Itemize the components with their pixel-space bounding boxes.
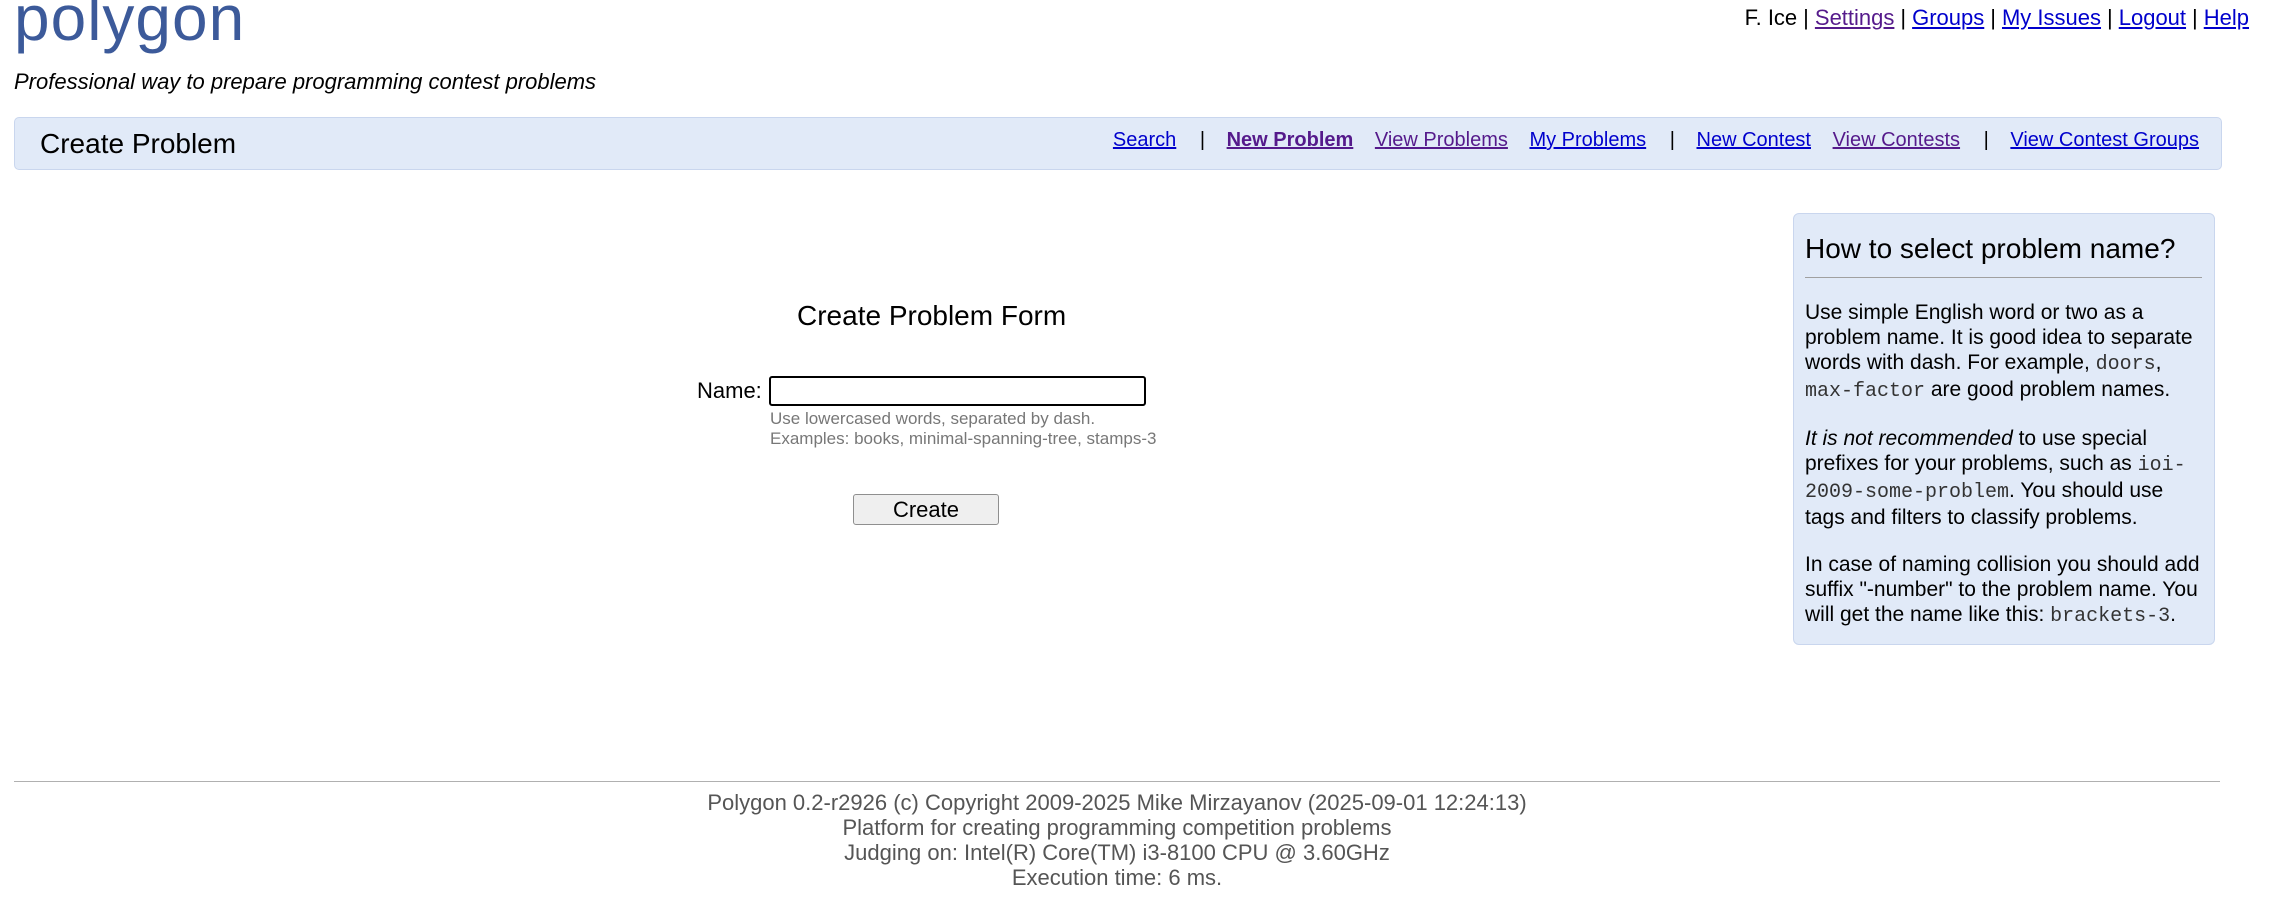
menu-separator: | <box>1983 129 1989 151</box>
sidebar-paragraph: In case of naming collision you should a… <box>1805 552 2202 629</box>
problem-name-input[interactable] <box>769 376 1146 406</box>
menu-links: Search | New Problem View Problems My Pr… <box>1097 127 2199 153</box>
menu-separator: | <box>1199 129 1206 151</box>
sidebar-paragraph: Use simple English word or two as a prob… <box>1805 300 2202 404</box>
my-problems-link[interactable]: My Problems <box>1529 129 1646 151</box>
example-code: brackets-3 <box>2050 605 2171 628</box>
help-link[interactable]: Help <box>2204 5 2249 30</box>
footer-judging: Judging on: Intel(R) Core(TM) i3-8100 CP… <box>844 840 1390 865</box>
my-issues-link[interactable]: My Issues <box>2002 5 2101 30</box>
name-hint-line: Use lowercased words, separated by dash. <box>770 409 1096 428</box>
help-sidebar: How to select problem name? Use simple E… <box>1793 213 2215 645</box>
tagline: Professional way to prepare programming … <box>14 69 597 94</box>
groups-link[interactable]: Groups <box>1912 5 1984 30</box>
search-link[interactable]: Search <box>1113 129 1176 151</box>
menu-separator: | <box>1669 129 1675 151</box>
footer-divider <box>14 781 2220 782</box>
footer-execution-time: Execution time: 6 ms. <box>1011 865 1223 890</box>
separator: | <box>2192 5 2198 30</box>
footer: Polygon 0.2-r2926 (c) Copyright 2009-202… <box>0 790 2234 890</box>
view-contest-groups-link[interactable]: View Contest Groups <box>2010 129 2199 151</box>
example-code: max-factor <box>1805 380 1926 403</box>
separator: | <box>1803 5 1809 30</box>
sidebar-emphasis: It is not recommended <box>1805 427 2013 450</box>
separator: | <box>1990 5 1996 30</box>
user-nav: F. Ice | Settings | Groups | My Issues | Logout |… <box>1745 4 2249 32</box>
create-button[interactable]: Create <box>853 494 999 525</box>
example-code: doors <box>2095 353 2156 376</box>
polygon-logo[interactable]: polygon <box>14 0 245 50</box>
separator: | <box>1900 5 1907 30</box>
separator: | <box>2107 5 2113 30</box>
settings-link[interactable]: Settings <box>1815 5 1895 30</box>
menu-bar: Create Problem Search | New Problem View… <box>14 117 2222 170</box>
sidebar-text: , <box>2155 351 2162 374</box>
sidebar-heading: How to select problem name? <box>1805 232 2202 278</box>
sidebar-text: . <box>2170 603 2176 626</box>
sidebar-paragraph: It is not recommended to use special pre… <box>1805 426 2202 530</box>
name-hint-examples: Examples: books, minimal-spanning-tree, … <box>770 429 1157 448</box>
sidebar-text: are good problem names. <box>1925 378 2171 401</box>
footer-platform: Platform for creating programming compet… <box>842 815 1392 840</box>
view-problems-link[interactable]: View Problems <box>1375 129 1508 151</box>
page-title: Create Problem <box>40 128 237 159</box>
form-title: Create Problem Form <box>797 300 1067 331</box>
new-problem-link[interactable]: New Problem <box>1227 129 1354 151</box>
user-name: F. Ice <box>1744 5 1798 30</box>
name-hint: Use lowercased words, separated by dash.… <box>770 409 1156 449</box>
footer-copyright: Polygon 0.2-r2926 (c) Copyright 2009-202… <box>707 790 1527 815</box>
name-label: Name: <box>697 378 762 403</box>
new-contest-link[interactable]: New Contest <box>1697 129 1812 151</box>
view-contests-link[interactable]: View Contests <box>1833 129 1960 151</box>
logout-link[interactable]: Logout <box>2119 5 2186 30</box>
